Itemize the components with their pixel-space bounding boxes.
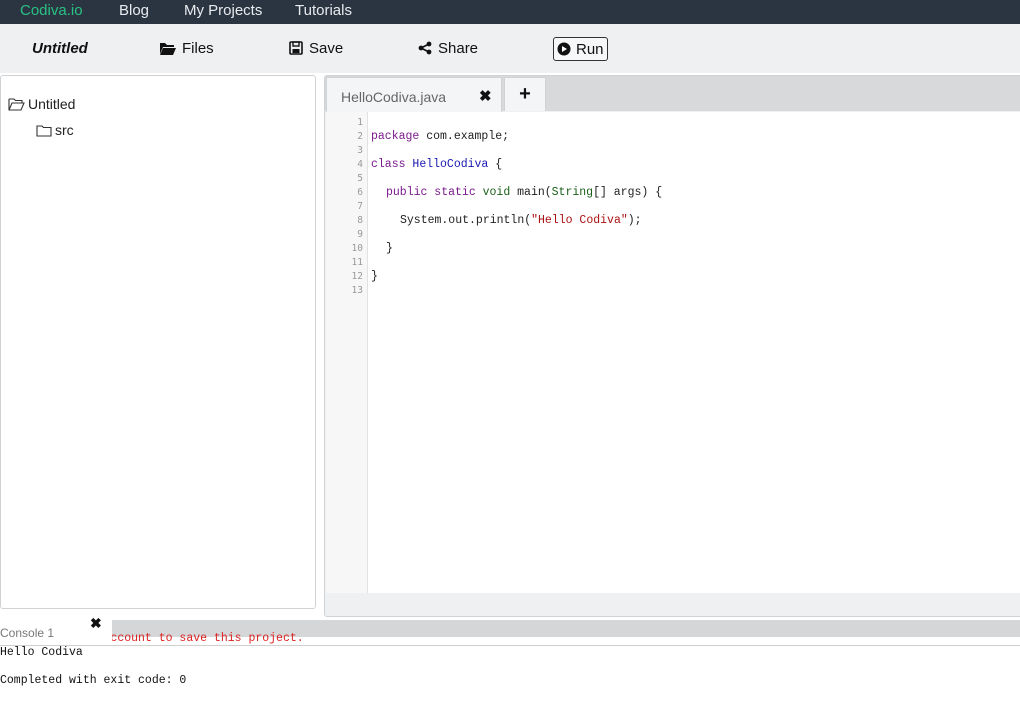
line-number: 2 [357, 131, 363, 142]
run-button-label: Run [576, 41, 604, 58]
share-icon [418, 41, 432, 55]
code-type: void [482, 186, 511, 199]
code-text: com.example; [419, 130, 510, 143]
play-circle-icon [557, 42, 571, 56]
tree-item-label: Untitled [28, 96, 76, 112]
code-editor[interactable] [326, 112, 1020, 593]
tab-hellocodiva-java[interactable]: HelloCodiva.java ✖ [326, 77, 502, 112]
console-output-line: Completed with exit code: 0 [0, 674, 187, 687]
tab-label: HelloCodiva.java [341, 89, 447, 105]
line-number: 5 [357, 173, 363, 184]
tree-item-project-root[interactable]: Untitled [8, 96, 75, 112]
code-line: public static void main(String[] args) { [386, 186, 662, 200]
tree-item-label: src [55, 122, 74, 138]
line-number: 4 [357, 159, 363, 170]
project-title[interactable]: Untitled [32, 40, 88, 58]
run-button[interactable]: Run [553, 37, 608, 61]
project-toolbar [0, 24, 1020, 73]
code-string: "Hello Codiva" [531, 214, 628, 227]
files-button[interactable]: Files [160, 40, 214, 58]
line-number: 11 [351, 257, 363, 268]
code-line: package com.example; [371, 130, 509, 144]
code-type: String [551, 186, 594, 199]
code-class-name: HelloCodiva [412, 158, 489, 171]
code-line: } [386, 242, 393, 255]
file-tree-panel [0, 75, 316, 609]
folder-open-icon [160, 43, 176, 55]
close-tab-icon[interactable]: ✖ [479, 87, 492, 105]
code-keyword: public static [386, 186, 476, 199]
code-text: main( [510, 186, 552, 199]
add-tab-button[interactable]: + [504, 77, 546, 111]
save-button-label: Save [309, 40, 344, 57]
tree-item-src[interactable]: src [36, 122, 74, 138]
line-number: 7 [357, 201, 363, 212]
code-line: System.out.println("Hello Codiva"); [400, 214, 642, 228]
nav-link-tutorials[interactable]: Tutorials [295, 2, 352, 20]
line-number: 13 [351, 285, 363, 296]
top-navbar: Codiva.io Blog My Projects Tutorials [0, 0, 1020, 24]
line-number: 6 [357, 187, 363, 198]
floppy-disk-icon [289, 41, 303, 55]
save-button[interactable]: Save [289, 40, 343, 58]
console-output-line: Hello Codiva [0, 646, 83, 659]
line-number: 10 [351, 243, 363, 254]
line-number: 3 [357, 145, 363, 156]
close-console-icon[interactable]: ✖ [90, 615, 102, 632]
code-line: class HelloCodiva { [371, 158, 502, 172]
share-button-label: Share [438, 40, 479, 57]
line-number: 8 [357, 215, 363, 226]
brand-logo-link[interactable]: Codiva.io [20, 2, 83, 20]
share-button[interactable]: Share [418, 40, 478, 58]
folder-icon [36, 125, 52, 137]
code-line: } [371, 270, 378, 283]
folder-open-icon [8, 98, 25, 111]
code-text: [] args) { [593, 186, 663, 199]
files-button-label: Files [182, 40, 214, 57]
console-tab-label: Console 1 [0, 626, 55, 640]
code-text: System.out.println( [400, 214, 532, 227]
code-text: ); [627, 214, 642, 227]
nav-link-blog[interactable]: Blog [119, 2, 149, 20]
nav-link-my-projects[interactable]: My Projects [184, 2, 262, 20]
line-number: 12 [351, 271, 363, 282]
code-text: { [488, 158, 503, 171]
line-number: 9 [357, 229, 363, 240]
code-keyword: package [371, 130, 420, 143]
code-keyword: class [371, 158, 406, 171]
line-number: 1 [357, 117, 363, 128]
